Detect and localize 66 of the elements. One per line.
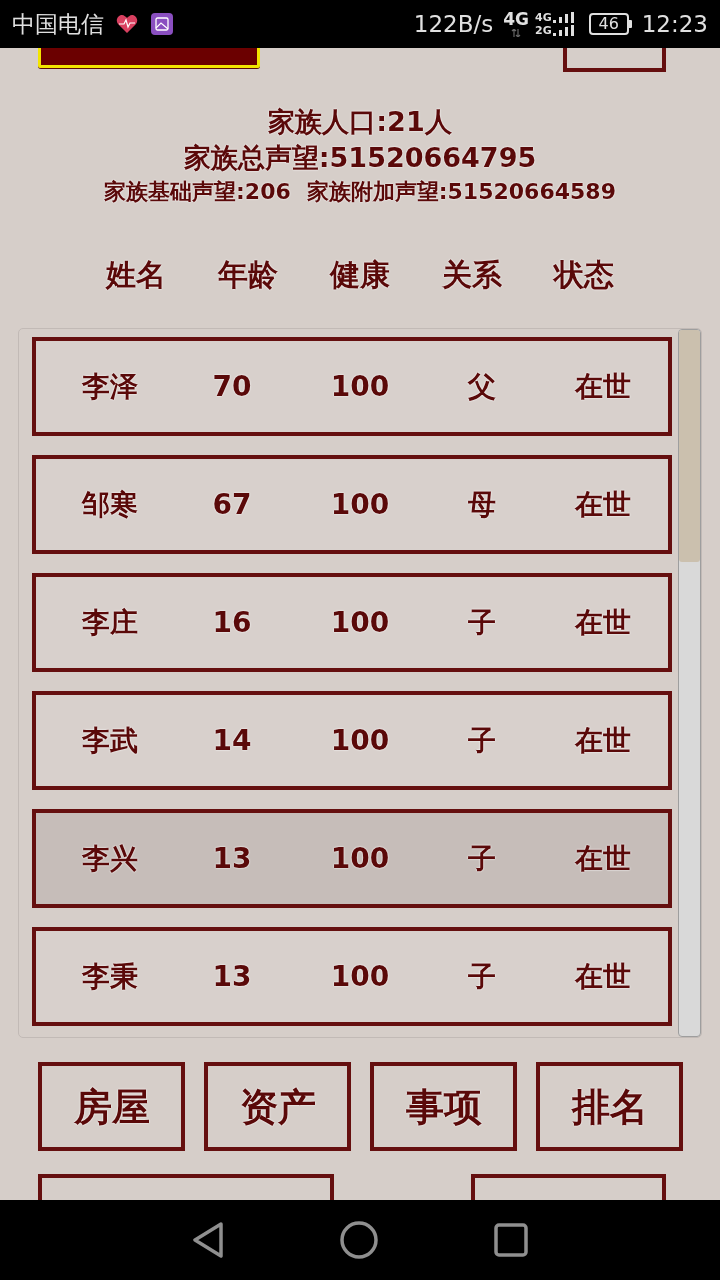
network-type: 4G	[503, 11, 529, 28]
scrollbar-track[interactable]	[678, 329, 701, 1037]
network-speed: 122B/s	[413, 12, 494, 36]
table-cell-text: 在世	[573, 722, 632, 759]
table-cell-text: 李兴	[81, 840, 139, 877]
table-cell-text: 李庄	[81, 604, 139, 641]
table-cell-text: 100	[329, 486, 391, 523]
carrier-name: 中国电信	[12, 12, 104, 36]
column-header: 年龄	[216, 256, 279, 294]
heart-pulse-icon	[116, 14, 138, 34]
table-cell-text: 67	[211, 486, 253, 523]
table-cell-text: 子	[467, 840, 497, 877]
signal-icon	[552, 12, 577, 36]
menu-button[interactable]: 排名	[536, 1062, 683, 1151]
column-header: 健康	[328, 256, 391, 294]
table-cell-text: 子	[467, 722, 497, 759]
table-cell-text: 子	[467, 958, 497, 995]
battery-indicator: 46	[588, 13, 632, 35]
table-cell-text: 邹寒	[80, 486, 139, 523]
table-cell-text: 13	[211, 958, 253, 995]
extra-prestige: 家族附加声望:51520664589	[306, 178, 616, 206]
table-cell-text: 100	[329, 958, 391, 995]
family-population: 家族人口:21人	[268, 105, 452, 139]
recent-apps-icon[interactable]	[494, 1223, 528, 1257]
table-cell-text: 14	[211, 722, 253, 759]
column-header: 姓名	[104, 256, 167, 294]
clock: 12:23	[641, 12, 708, 36]
table-cell-text: 子	[467, 604, 497, 641]
table-cell-text: 李秉	[81, 958, 139, 995]
table-cell-text: 在世	[573, 958, 632, 995]
table-cell-text: 母	[467, 486, 497, 523]
table-cell-text: 在世	[573, 604, 632, 641]
table-cell-text: 100	[329, 368, 391, 405]
table-cell-text: 李武	[81, 722, 139, 759]
member-row[interactable]: 李庄 16 100 子 在世	[32, 573, 672, 672]
table-cell-text: 在世	[573, 368, 632, 405]
column-header: 关系	[441, 256, 503, 294]
table-cell-text: 100	[329, 840, 391, 877]
home-icon[interactable]	[340, 1221, 378, 1259]
menu-button[interactable]: 事项	[370, 1062, 517, 1151]
sim-network-type: 4G	[535, 12, 552, 23]
member-row[interactable]: 李兴 13 100 子 在世	[32, 809, 672, 908]
member-row[interactable]: 李武 14 100 子 在世	[32, 691, 672, 790]
member-row[interactable]: 邹寒 67 100 母 在世	[32, 455, 672, 554]
table-cell-text: 100	[329, 604, 391, 641]
member-row[interactable]: 李泽 70 100 父 在世	[32, 337, 672, 436]
table-cell-text: 100	[329, 722, 391, 759]
table-cell-text: 父	[466, 368, 497, 405]
menu-button[interactable]: 资产	[204, 1062, 351, 1151]
cut-off-button[interactable]	[563, 48, 666, 72]
table-cell-text: 16	[211, 604, 253, 641]
back-icon[interactable]	[192, 1222, 224, 1258]
table-cell-text: 在世	[573, 840, 632, 877]
table-cell-text: 70	[211, 368, 253, 405]
gallery-icon	[151, 13, 173, 35]
sim-network-type: 2G	[535, 25, 552, 36]
table-cell-text: 在世	[573, 486, 632, 523]
data-arrows-icon	[511, 29, 522, 37]
table-cell-text: 13	[211, 840, 253, 877]
menu-button[interactable]: 房屋	[38, 1062, 185, 1151]
scrollbar-thumb[interactable]	[679, 330, 700, 562]
member-row[interactable]: 李秉 13 100 子 在世	[32, 927, 672, 1026]
column-header: 状态	[551, 256, 615, 294]
table-cell-text: 李泽	[81, 368, 139, 405]
total-prestige: 家族总声望:51520664795	[183, 141, 537, 175]
base-prestige: 家族基础声望:206	[104, 178, 291, 206]
